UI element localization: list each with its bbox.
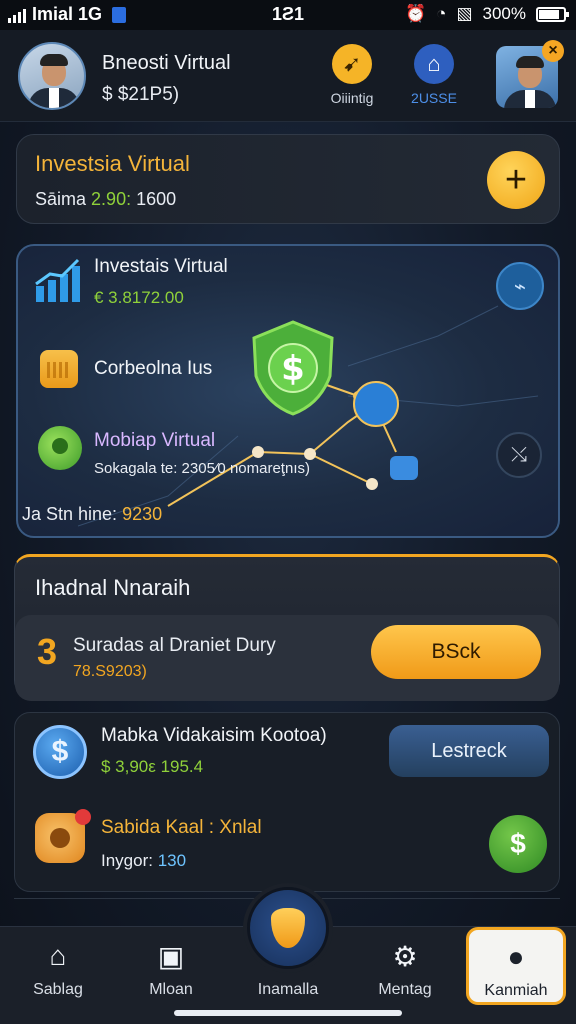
status-left: Imial 1G [8,4,127,25]
list-item-title: Mabka Vidakaisim Kootoa) [101,725,327,746]
battery-icon [536,6,569,22]
profile-icon: ⌂ [414,44,454,84]
rating-icon: ➹ [332,44,372,84]
network-label-virtual: Mobiap Virtual [94,430,216,451]
notification-dot [75,809,91,825]
list-item-value: Inygor: 130 [101,851,186,871]
status-right: ⏰ ◔ ▧ 300% [405,4,569,24]
sim-icon [112,6,127,23]
share-icon: ⤯ [511,443,527,466]
share-button[interactable]: ⤯ [496,432,542,478]
calendar-icon [40,350,78,388]
lestreck-button[interactable]: Lestreck [389,725,549,777]
network-footer-prefix: Ja Stn hine: [22,504,118,524]
home-indicator[interactable] [174,1010,402,1016]
network-card[interactable]: Investais Virtual € 3.8172.00 Corbeolna … [16,244,560,538]
rating-button[interactable]: ➹ Oiiintig [324,44,380,106]
add-button[interactable]: + [487,151,545,209]
menu-icon: ⚙ [392,940,418,972]
user-balance: $ $21P5) [102,84,180,105]
profile-label: 2USSE [411,90,457,106]
investment-list: $ Mabka Vidakaisim Kootoa) $ 3,90ε 195.4… [14,712,560,892]
wifi-icon: ◔ [436,4,447,23]
graph-node [366,478,378,490]
featured-card: Ihadnal Nnaraih 3 Suradas al Draniet Dur… [14,554,560,701]
center-action-button[interactable] [247,887,329,969]
user-name: Bneosti Virtual [102,52,231,74]
network-title: Investais Virtual [94,256,228,277]
list-item[interactable]: $ Mabka Vidakaisim Kootoa) $ 3,90ε 195.4… [15,713,561,803]
nav-active[interactable]: ● Kanmiah [466,927,566,1005]
signal-icon [8,7,26,23]
nav-home[interactable]: ⌂ Sablag [3,927,113,1007]
featured-value: 78.S9203) [73,663,147,680]
invest-balance: Sāima 2.90: 1600 [35,189,176,210]
network-footer: Ja Stn hine: 9230 [22,504,162,525]
chat-icon [390,456,418,480]
shield-icon [271,908,305,948]
list-item[interactable]: Sabida Kaal : Xnlal Inygor: 130 $ [15,803,561,893]
nav-center-label: Inamalla [257,981,319,998]
satellite-button[interactable]: ⌁ [496,262,544,310]
network-sub-label: Sokagala te: 2305⁄0 nomareţnıs) [94,460,310,477]
network-node-icon [353,381,399,427]
invest-balance-value: 2.90: [91,189,132,209]
nav-menu[interactable]: ⚙ Mentag [350,927,460,1007]
nav-book[interactable]: ▣ Mloan [116,927,226,1007]
rating-label: Oiiintig [330,90,374,106]
featured-description: Suradas al Draniet Dury [73,635,276,656]
list-item-title: Sabida Kaal : Xnlal [101,817,262,838]
profile-button[interactable]: ⌂ 2USSE [404,44,464,106]
nav-center[interactable]: Inamalla [233,887,343,1007]
back-button[interactable]: BSck [371,625,541,679]
alarm-icon: ⏰ [405,4,427,23]
chart-icon [35,258,80,302]
list-item-value: $ 3,90ε 195.4 [101,757,204,776]
status-bar: Imial 1G 1Ƨ1 ⏰ ◔ ▧ 300% [0,0,576,30]
app-header: Bneosti Virtual $ $21P5) ➹ Oiiintig ⌂ 2U… [0,30,576,122]
invest-title: Investsia Virtual [35,151,190,176]
no-sim-icon: ▧ [456,4,473,23]
network-footer-value: 9230 [122,504,163,524]
list-item-prefix: Inygor: [101,851,153,870]
status-time: 1Ƨ1 [272,4,305,24]
home-icon: ⌂ [49,940,67,971]
avatar[interactable] [18,42,86,110]
graph-node [304,448,316,460]
bulb-icon [38,426,82,470]
dollar-icon: $ [33,725,87,779]
network-amount: € 3.8172.00 [94,288,184,307]
book-icon: ▣ [157,940,185,972]
graph-node [252,446,264,458]
list-item-number: 130 [157,851,187,870]
network-label: Corbeolna Ius [94,358,213,379]
featured-number: 3 [37,631,58,672]
invest-balance-extra: 1600 [136,189,177,209]
battery-percent: 300% [482,4,526,23]
close-icon[interactable]: × [542,40,564,62]
shield-dollar: $ [281,349,305,389]
nav-home-label: Sablag [33,981,83,998]
carrier-label: Imial 1G [32,4,103,24]
nav-menu-label: Mentag [378,981,432,998]
dollar-button[interactable]: $ [489,815,547,873]
bear-icon: ● [507,941,525,972]
invest-balance-prefix: Sāima [35,189,87,209]
invest-card[interactable]: Investsia Virtual Sāima 2.90: 1600 + [16,134,560,224]
featured-row[interactable]: 3 Suradas al Draniet Dury 78.S9203) BSck [15,615,559,701]
featured-title: Ihadnal Nnaraih [35,575,191,600]
nav-active-label: Kanmiah [484,982,548,999]
satellite-icon: ⌁ [513,275,527,298]
nav-book-label: Mloan [149,981,193,998]
shield-icon: $ [252,320,334,416]
